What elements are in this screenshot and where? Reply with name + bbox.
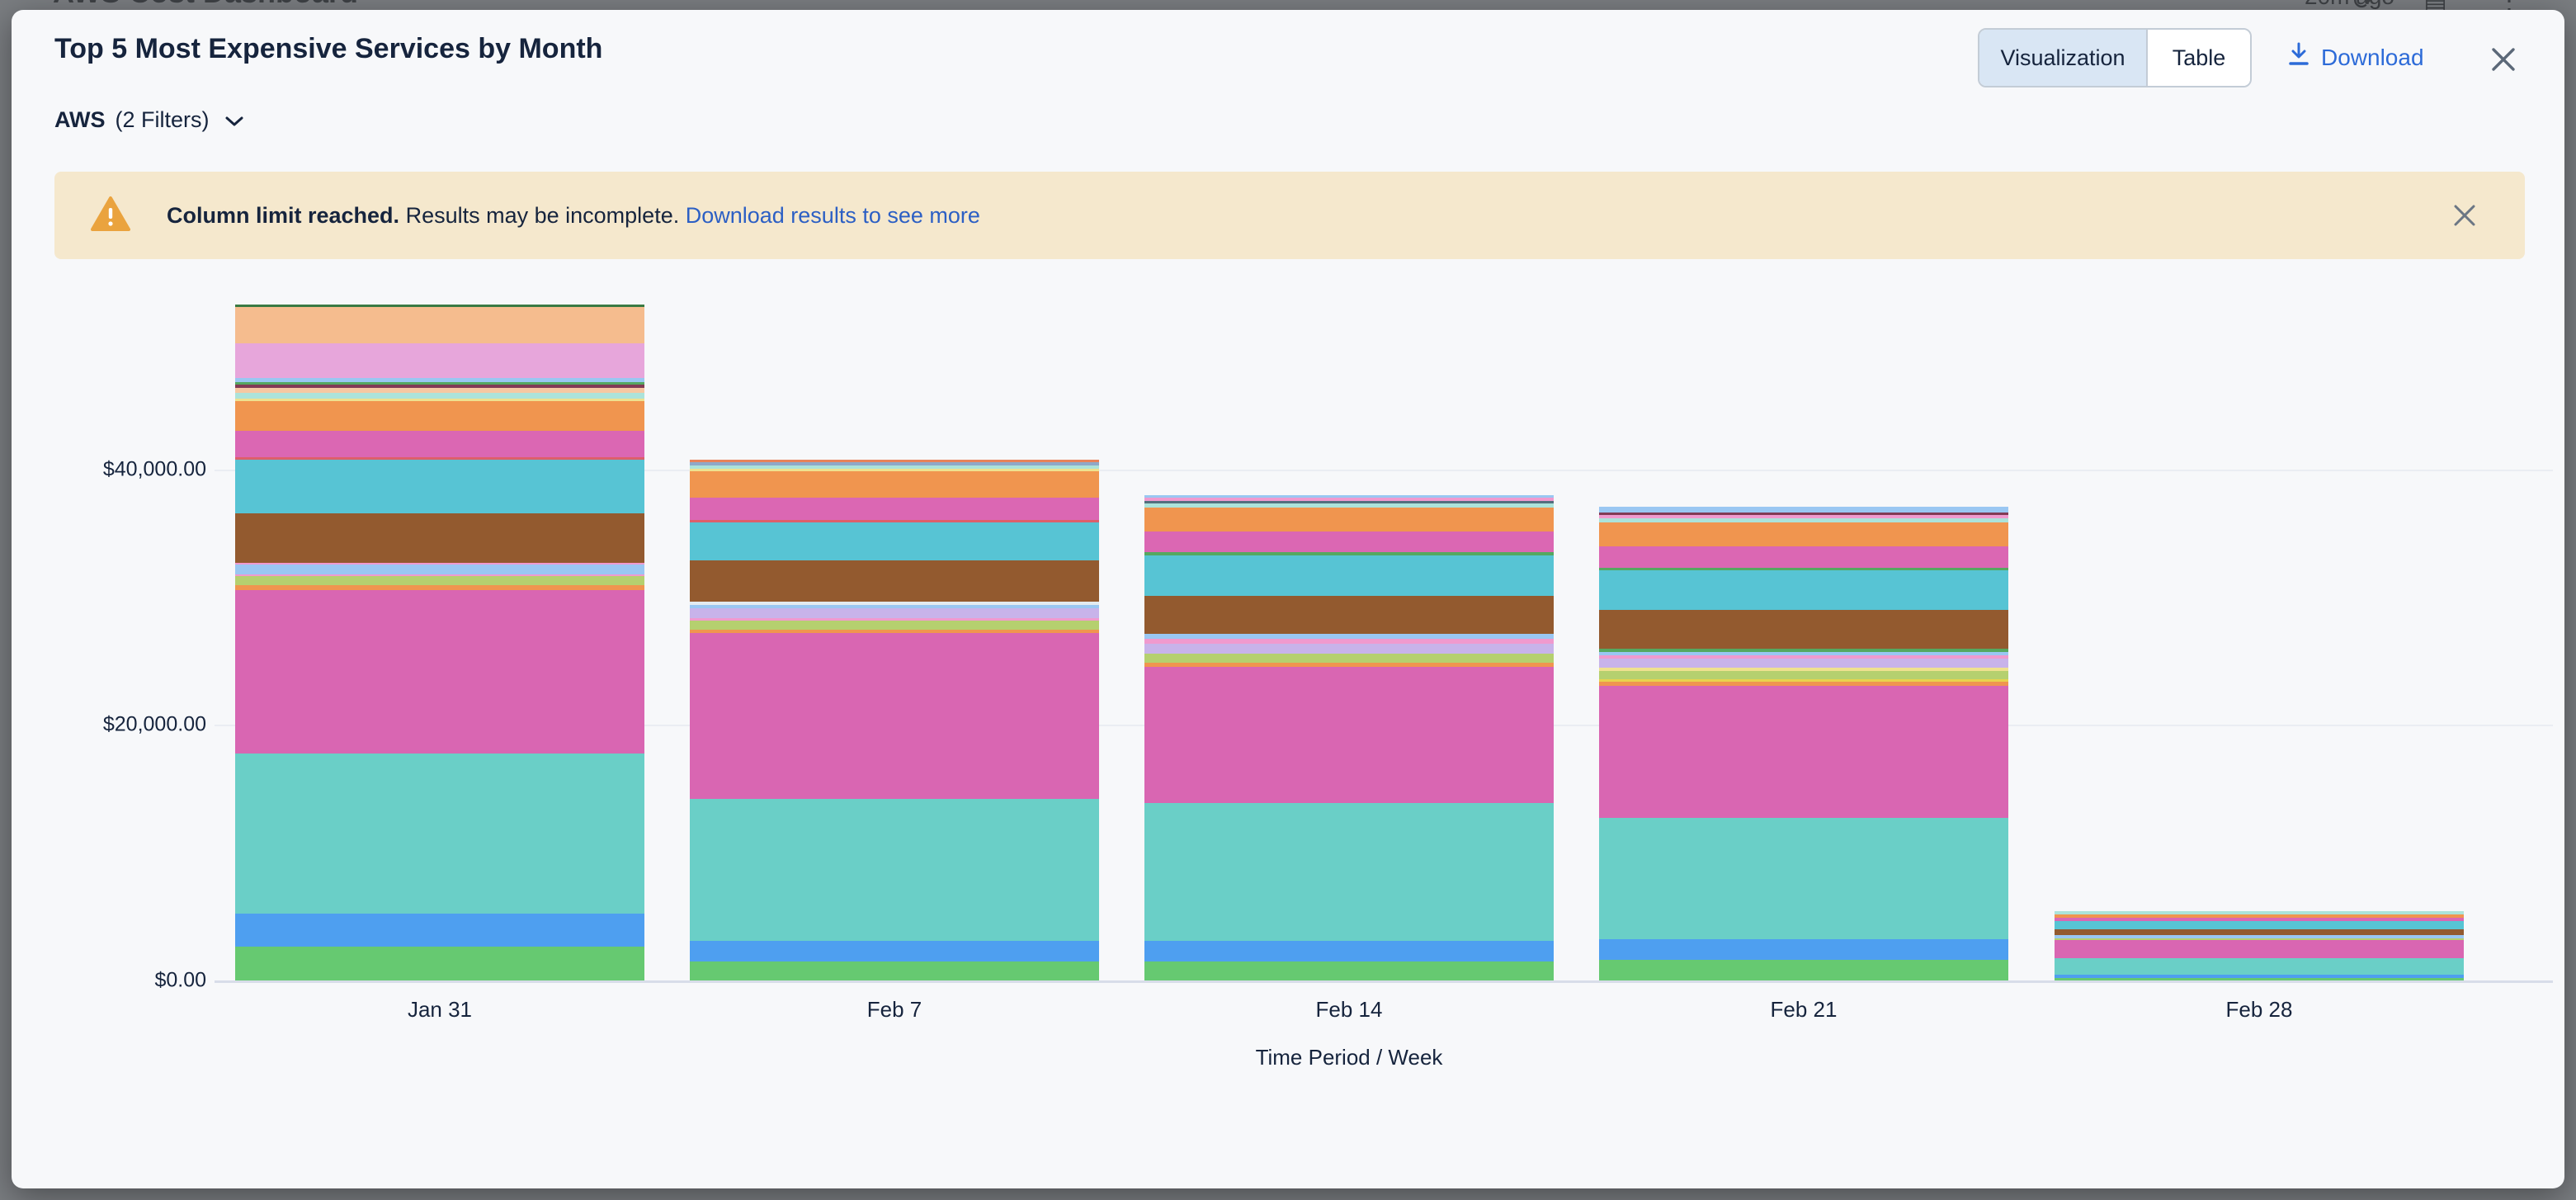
- bar-segment[interactable]: [1144, 508, 1554, 531]
- bar-jan-31[interactable]: [235, 305, 644, 980]
- bar-segment[interactable]: [690, 941, 1099, 961]
- stacked-bar-chart: $40,000.00 $20,000.00 $0.00 Jan 31 Feb 7 F…: [12, 10, 2564, 1188]
- bar-segment[interactable]: [690, 621, 1099, 630]
- dimmed-page-right: [2564, 0, 2576, 1200]
- bar-segment[interactable]: [1599, 610, 2008, 649]
- bar-feb-14[interactable]: [1144, 495, 1554, 980]
- bar-segment[interactable]: [690, 560, 1099, 601]
- report-modal: Top 5 Most Expensive Services by Month A…: [12, 10, 2564, 1188]
- bar-segment[interactable]: [2055, 940, 2464, 958]
- bar-segment[interactable]: [1144, 941, 1554, 961]
- bar-segment[interactable]: [1599, 507, 2008, 513]
- bar-segment[interactable]: [235, 590, 644, 754]
- x-tick-feb-28: Feb 28: [2055, 997, 2464, 1023]
- bar-segment[interactable]: [690, 498, 1099, 520]
- bar-segment[interactable]: [235, 431, 644, 457]
- y-tick-0: $0.00: [12, 969, 206, 993]
- dimmed-page-bottom: [0, 1188, 2576, 1200]
- bar-segment[interactable]: [1144, 644, 1554, 654]
- bar-segment[interactable]: [1599, 939, 2008, 960]
- bar-segment[interactable]: [690, 471, 1099, 497]
- bar-segment[interactable]: [235, 914, 644, 947]
- y-tick-40000: $40,000.00: [12, 458, 206, 482]
- bar-segment[interactable]: [235, 393, 644, 399]
- bar-segment[interactable]: [235, 401, 644, 432]
- bar-segment[interactable]: [690, 799, 1099, 941]
- bar-segment[interactable]: [2055, 929, 2464, 935]
- bar-segment[interactable]: [690, 608, 1099, 618]
- bar-segment[interactable]: [235, 460, 644, 513]
- bar-segment[interactable]: [1599, 546, 2008, 568]
- bar-segment[interactable]: [235, 513, 644, 563]
- bar-segment[interactable]: [690, 961, 1099, 980]
- x-tick-jan-31: Jan 31: [235, 997, 644, 1023]
- bar-feb-7[interactable]: [690, 460, 1099, 980]
- bar-segment[interactable]: [690, 522, 1099, 561]
- bar-segment[interactable]: [235, 754, 644, 914]
- bar-segment[interactable]: [1144, 531, 1554, 553]
- bar-segment[interactable]: [1599, 686, 2008, 819]
- bar-segment[interactable]: [1144, 654, 1554, 663]
- bar-segment[interactable]: [2055, 978, 2464, 980]
- x-tick-feb-7: Feb 7: [690, 997, 1099, 1023]
- dimmed-page-top: AWS Cost Dashboard 20m ago ⟳ ▤ ⋮: [0, 0, 2576, 10]
- x-axis-title: Time Period / Week: [180, 1045, 2518, 1070]
- bar-segment[interactable]: [1599, 659, 2008, 669]
- bar-segment[interactable]: [1144, 667, 1554, 803]
- bar-feb-21[interactable]: [1599, 507, 2008, 980]
- bar-segment[interactable]: [1144, 803, 1554, 941]
- bar-segment[interactable]: [690, 633, 1099, 799]
- dimmed-page-left: [0, 0, 12, 1200]
- bar-segment[interactable]: [1599, 671, 2008, 679]
- bar-segment[interactable]: [1599, 818, 2008, 939]
- bar-segment[interactable]: [1144, 961, 1554, 980]
- bar-segment[interactable]: [1599, 522, 2008, 546]
- bar-segment[interactable]: [235, 307, 644, 343]
- x-tick-feb-21: Feb 21: [1599, 997, 2008, 1023]
- bar-segment[interactable]: [1144, 555, 1554, 596]
- bar-segment[interactable]: [2055, 958, 2464, 974]
- bar-segment[interactable]: [1144, 596, 1554, 634]
- x-axis-line: [215, 980, 2553, 983]
- bar-segment[interactable]: [2055, 921, 2464, 928]
- background-page-title: AWS Cost Dashboard: [53, 0, 358, 10]
- bar-segment[interactable]: [235, 343, 644, 378]
- background-toolbar-icons: ⟳ ▤ ⋮: [2353, 0, 2543, 10]
- y-tick-20000: $20,000.00: [12, 713, 206, 737]
- bar-segment[interactable]: [1599, 570, 2008, 610]
- bar-segment[interactable]: [235, 576, 644, 585]
- bar-segment[interactable]: [1599, 960, 2008, 980]
- bar-feb-28[interactable]: [2055, 911, 2464, 980]
- x-tick-feb-14: Feb 14: [1144, 997, 1554, 1023]
- bar-segment[interactable]: [235, 565, 644, 574]
- bar-segment[interactable]: [235, 947, 644, 980]
